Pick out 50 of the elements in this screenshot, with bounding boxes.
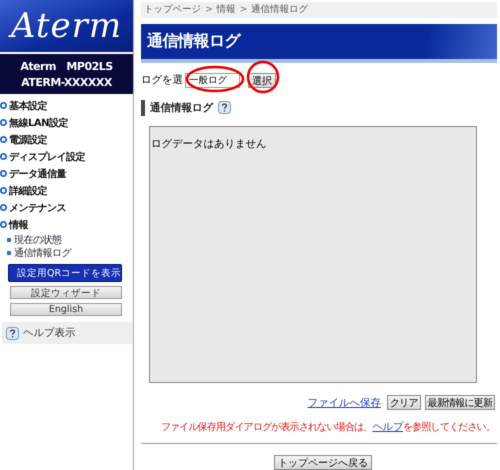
menu-item[interactable]: 詳細設定 bbox=[0, 182, 133, 199]
breadcrumb-separator: > bbox=[205, 4, 212, 16]
ring-bullet-icon bbox=[0, 153, 7, 160]
ring-bullet-icon bbox=[0, 221, 7, 228]
section-marker bbox=[141, 100, 145, 116]
breadcrumb-item[interactable]: 情報 bbox=[216, 3, 236, 16]
ring-bullet-icon bbox=[0, 170, 7, 177]
help-link[interactable]: ヘルプ bbox=[372, 421, 403, 433]
ring-bullet-icon bbox=[0, 204, 7, 211]
menu-item[interactable]: 情報 bbox=[0, 216, 133, 233]
logo-text: Aterm bbox=[10, 6, 122, 46]
submenu-label: 現在の状態 bbox=[14, 234, 62, 246]
section-title: 通信情報ログ bbox=[150, 100, 213, 115]
wizard-button[interactable]: 設定ウィザード bbox=[10, 286, 122, 299]
model-name: Aterm MP02LS bbox=[20, 59, 113, 74]
breadcrumb-item[interactable]: 通信情報ログ bbox=[250, 3, 308, 16]
notice-text: ファイル保存用ダイアログが表示されない場合は、ヘルプを参照してください。 bbox=[160, 420, 495, 434]
clear-button[interactable]: クリア bbox=[386, 395, 421, 410]
annotation-ellipse bbox=[185, 64, 245, 93]
device-name: ATERM-XXXXXX bbox=[21, 76, 112, 89]
select-button[interactable]: 選択 bbox=[248, 72, 276, 88]
help-icon[interactable] bbox=[6, 326, 19, 340]
ring-bullet-icon bbox=[0, 119, 7, 126]
help-toggle[interactable]: ヘルプ表示 bbox=[2, 322, 133, 344]
menu-item[interactable]: 電源設定 bbox=[0, 131, 133, 148]
square-bullet-icon bbox=[7, 250, 11, 254]
ring-bullet-icon bbox=[0, 187, 7, 194]
save-file-link[interactable]: ファイルへ保存 bbox=[307, 396, 381, 410]
square-bullet-icon bbox=[7, 238, 11, 242]
select-label: ログを選 bbox=[141, 73, 183, 88]
ring-bullet-icon bbox=[0, 102, 7, 109]
ring-bullet-icon bbox=[0, 136, 7, 143]
refresh-button[interactable]: 最新情報に更新 bbox=[424, 395, 495, 410]
menu-item[interactable]: 基本設定 bbox=[0, 97, 133, 114]
submenu-label: 通信情報ログ bbox=[14, 246, 71, 260]
menu-item[interactable]: データ通信量 bbox=[0, 165, 133, 182]
help-icon[interactable] bbox=[218, 101, 231, 114]
back-to-top-button[interactable]: トップページへ戻る bbox=[274, 455, 372, 470]
page-title: 通信情報ログ bbox=[147, 30, 240, 52]
log-text-area[interactable]: ログデータはありません bbox=[149, 126, 477, 383]
menu-item[interactable]: ディスプレイ設定 bbox=[0, 148, 133, 165]
menu-item[interactable]: メンテナンス bbox=[0, 199, 133, 216]
menu-item[interactable]: 無線LAN設定 bbox=[0, 114, 133, 131]
help-toggle-label: ヘルプ表示 bbox=[23, 326, 76, 340]
breadcrumb-item[interactable]: トップページ bbox=[144, 3, 201, 16]
language-button[interactable]: English bbox=[10, 303, 122, 316]
qr-code-button[interactable]: 設定用QRコードを表示 bbox=[8, 264, 122, 282]
log-type-select[interactable]: 一般ログ bbox=[185, 72, 240, 88]
breadcrumb-separator: > bbox=[239, 4, 247, 16]
annotation-circle bbox=[246, 60, 280, 94]
